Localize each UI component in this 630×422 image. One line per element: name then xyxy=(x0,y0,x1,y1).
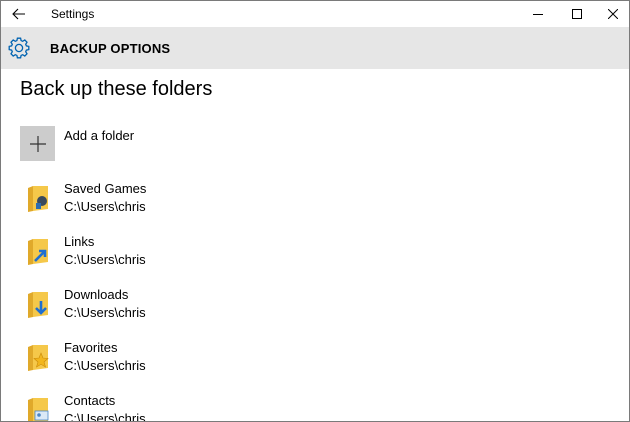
settings-window: Settings BACKUP OPTIONS Back up these fo… xyxy=(0,0,630,422)
title-bar: Settings xyxy=(1,1,629,27)
gear-icon xyxy=(8,37,30,59)
folder-path: C:\Users\chris xyxy=(64,358,146,373)
folder-name: Downloads xyxy=(64,287,129,302)
folder-item-saved-games[interactable]: Saved Games C:\Users\chris xyxy=(20,181,420,225)
page-header: BACKUP OPTIONS xyxy=(1,27,629,69)
folder-name: Favorites xyxy=(64,340,118,355)
add-folder-button[interactable]: Add a folder xyxy=(20,126,320,162)
folder-name: Saved Games xyxy=(64,181,147,196)
folder-path: C:\Users\chris xyxy=(64,252,146,267)
folder-item-contacts[interactable]: Contacts C:\Users\chris xyxy=(20,393,420,422)
page-title: BACKUP OPTIONS xyxy=(50,41,171,56)
folder-name: Contacts xyxy=(64,393,116,408)
favorites-folder-icon xyxy=(28,345,49,371)
close-button[interactable] xyxy=(590,1,629,27)
plus-icon xyxy=(29,135,46,152)
links-folder-icon xyxy=(28,239,48,265)
section-heading: Back up these folders xyxy=(20,78,213,100)
folder-path: C:\Users\chris xyxy=(64,305,146,320)
folder-name: Links xyxy=(64,234,95,249)
folder-path: C:\Users\chris xyxy=(64,199,146,214)
folder-item-links[interactable]: Links C:\Users\chris xyxy=(20,234,420,278)
back-arrow-icon xyxy=(12,8,25,20)
downloads-folder-icon xyxy=(28,292,48,318)
minimize-icon xyxy=(532,14,543,15)
contacts-folder-icon xyxy=(28,398,49,421)
folder-path: C:\Users\chris xyxy=(64,411,146,422)
saved-games-folder-icon xyxy=(28,186,48,212)
close-icon xyxy=(607,9,618,19)
maximize-icon xyxy=(571,9,582,19)
folder-item-downloads[interactable]: Downloads C:\Users\chris xyxy=(20,287,420,331)
add-folder-tile[interactable] xyxy=(20,126,55,161)
window-title: Settings xyxy=(51,7,95,21)
back-button[interactable] xyxy=(5,3,33,25)
add-folder-label: Add a folder xyxy=(64,128,135,143)
folder-item-favorites[interactable]: Favorites C:\Users\chris xyxy=(20,340,420,384)
